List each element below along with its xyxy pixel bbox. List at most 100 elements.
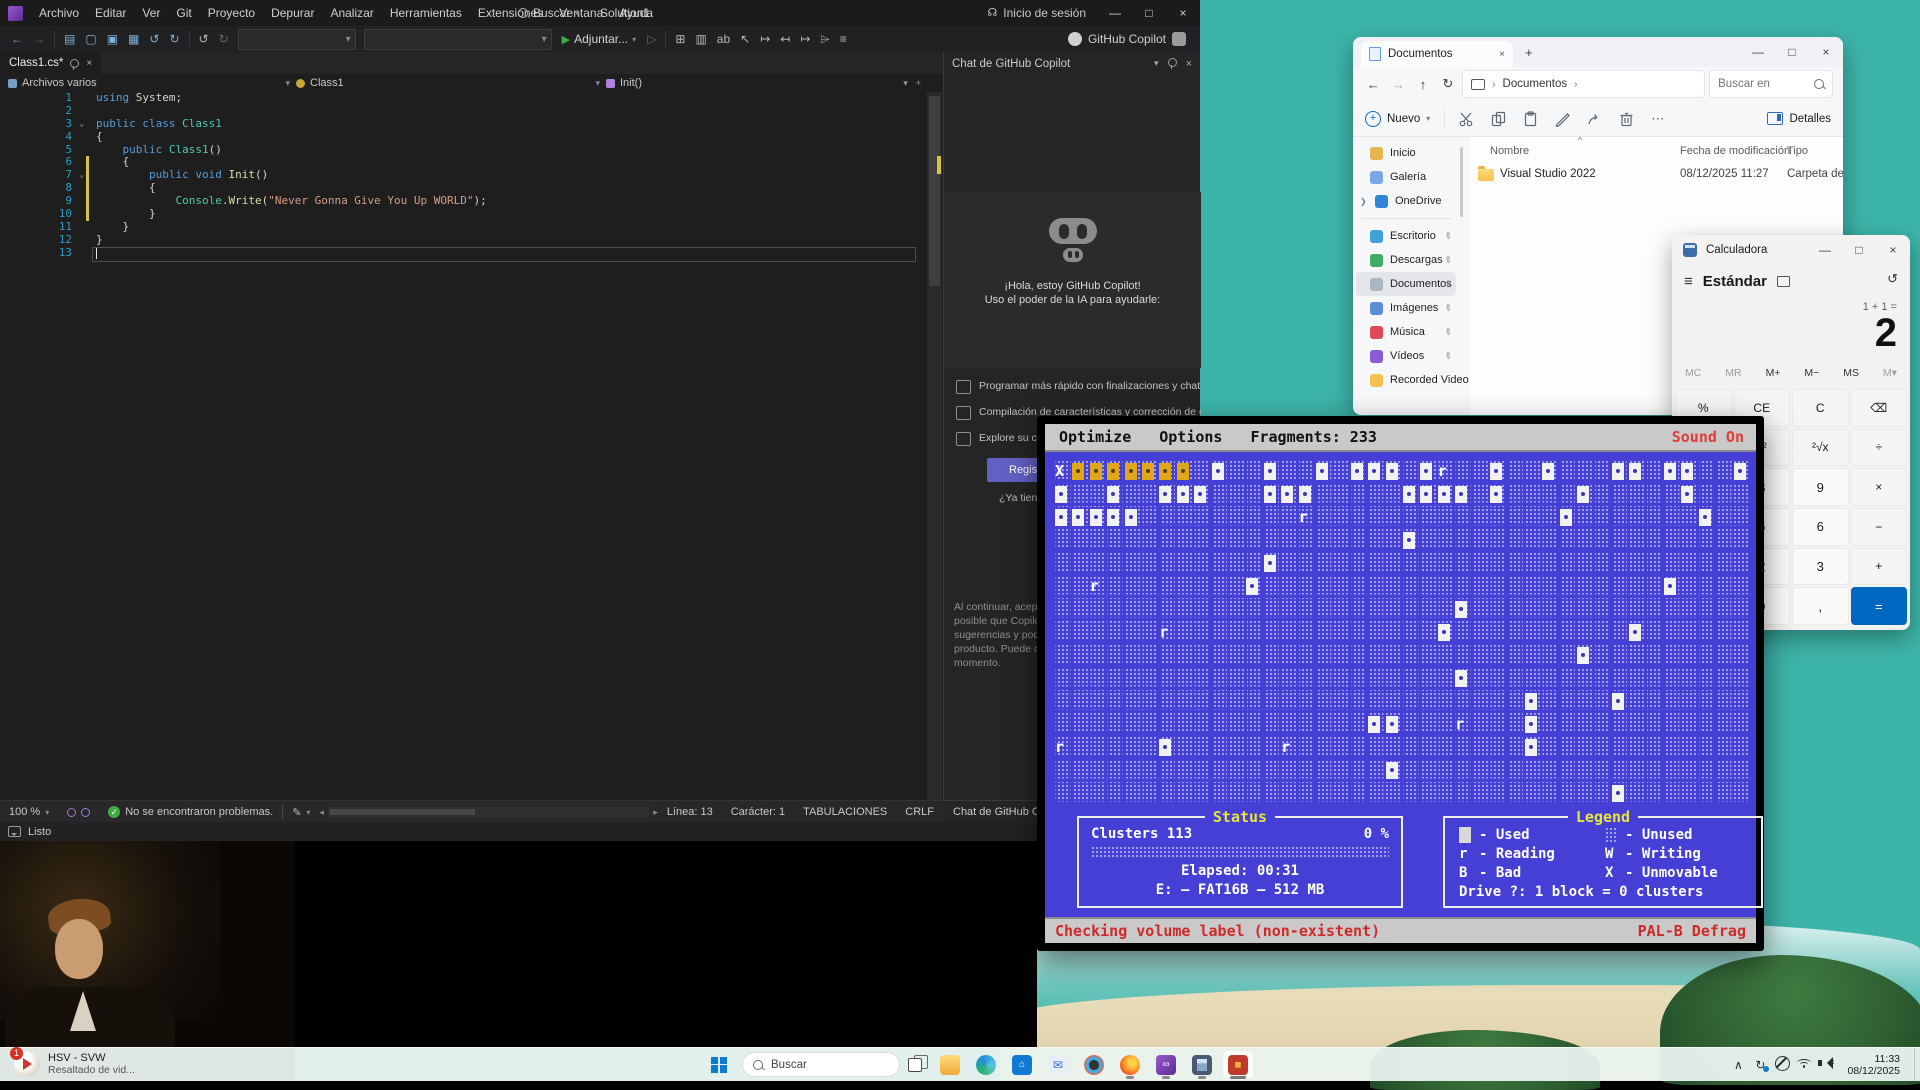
memory-mc-button[interactable]: MC [1685,367,1701,385]
attach-button[interactable]: ▶Adjuntar...▾ [556,32,643,46]
calc-key-plus[interactable]: + [1851,548,1908,586]
minimize-button[interactable]: — [1741,37,1775,67]
toolbar-back-icon[interactable]: ← [6,27,28,52]
refresh-icon[interactable]: ↻ [1437,76,1458,92]
toolbar-redo-icon[interactable]: ↻ [164,27,184,52]
calc-key-multiply[interactable]: × [1851,468,1908,506]
pin-icon[interactable] [70,59,79,68]
sidebar-item-documentos[interactable]: Documentos✎ [1356,272,1456,296]
memory-m-button[interactable]: M+ [1766,367,1781,385]
scrollbar-thumb[interactable] [929,96,940,286]
video-player-region[interactable] [0,841,295,1080]
sidebar-item-descargas[interactable]: Descargas✎ [1356,248,1456,272]
status-line-number[interactable]: Línea: 13 [658,806,722,818]
maximize-button[interactable]: □ [1775,37,1809,67]
memory-m-button[interactable]: M− [1804,367,1819,385]
rename-icon[interactable] [1555,111,1571,127]
back-icon[interactable]: ← [1363,77,1384,92]
details-view-button[interactable]: Detalles [1767,112,1831,125]
calc-key-equals[interactable]: = [1851,587,1908,625]
feedback-icon[interactable] [8,826,21,837]
toolbar-redo-icon[interactable]: ↻ [214,27,234,52]
toolbar-open-folder-icon[interactable]: ▢ [80,27,101,52]
column-header-nombre[interactable]: Nombre [1490,145,1529,157]
file-row-visual-studio-2022[interactable]: Visual Studio 2022 08/12/2025 11:27 Carp… [1470,165,1843,187]
taskbar-app-edge[interactable] [970,1050,1002,1079]
toolbar-save-icon[interactable]: ▣ [102,27,123,52]
breadcrumb-scope[interactable]: Archivos varios ▾ [0,77,296,89]
toolbar-indent-in-icon[interactable]: ↦ [795,27,815,52]
toolbar-forward-icon[interactable]: → [28,27,50,52]
sidebar-item-onedrive[interactable]: ❯OneDrive [1356,189,1456,213]
hamburger-menu-icon[interactable]: ≡ [1684,273,1693,290]
calc-key-minus[interactable]: − [1851,508,1908,546]
close-button[interactable]: × [1876,235,1910,265]
new-tab-button[interactable]: + [1525,45,1533,60]
forward-icon[interactable]: → [1388,77,1409,92]
close-tab-icon[interactable]: × [86,58,92,69]
toolbar-code-nav-icon[interactable]: ↦ [755,27,775,52]
chevron-right-icon[interactable]: ❯ [1360,197,1368,206]
column-header-tipo[interactable]: Tipo [1787,145,1808,157]
menu-item-proyecto[interactable]: Proyecto [200,0,263,26]
fold-chevron-icon[interactable]: ⌄ [79,118,84,131]
sidebar-item-recorded-video[interactable]: Recorded Video [1356,368,1456,392]
chevron-down-icon[interactable]: ▾ [1154,58,1159,70]
defrag-sound-toggle[interactable]: Sound On [1672,428,1744,446]
close-icon[interactable]: × [1186,58,1192,70]
task-view-button[interactable] [908,1055,926,1073]
wifi-icon[interactable] [1793,1058,1815,1072]
sidebar-item-mu-sica[interactable]: Música✎ [1356,320,1456,344]
calc-key-x[interactable]: ²√x [1792,429,1849,467]
configuration-combo[interactable]: ▾ [364,29,552,50]
status-line-ending[interactable]: CRLF [896,806,943,818]
column-header-fecha[interactable]: Fecha de modificación [1680,145,1790,157]
toolbar-run-nodbg-icon[interactable]: ▷ [642,27,661,52]
taskbar-app-defrag[interactable]: ▦ [1222,1050,1254,1079]
status-tabs-mode[interactable]: TABULACIONES [794,806,896,818]
menu-item-archivo[interactable]: Archivo [31,0,87,26]
defrag-menu-options[interactable]: Options [1145,428,1236,446]
more-icon[interactable]: ⋯ [1651,111,1664,127]
editor-vertical-scrollbar[interactable] [927,92,942,800]
toolbar-solution-explorer-icon[interactable]: ⊞ [670,27,690,52]
menu-item-git[interactable]: Git [168,0,199,26]
up-icon[interactable]: ↑ [1413,77,1434,92]
taskbar-app-calculator[interactable] [1186,1050,1218,1079]
status-char-number[interactable]: Carácter: 1 [722,806,794,818]
health-glasses-icon[interactable] [58,808,99,817]
fold-chevron-icon[interactable]: ⌄ [79,169,84,182]
editor-horizontal-scrollbar[interactable] [328,807,649,817]
debug-target-combo[interactable]: ▾ [238,29,356,50]
toolbar-window-layout-icon[interactable]: ▥ [690,27,711,52]
taskbar-app-mail[interactable]: ✉ [1042,1050,1074,1079]
code-cleanup-button[interactable]: ✎▾ [283,806,319,819]
copilot-badge[interactable]: GitHub Copilot [1068,32,1186,46]
taskbar-app-firefox[interactable] [1114,1050,1146,1079]
toolbar-indent-out-icon[interactable]: ↤ [775,27,795,52]
vs-signin-button[interactable]: ☊ Inicio de sesión [988,0,1087,26]
taskbar-app-store[interactable]: ⌂ [1006,1050,1038,1079]
taskbar-app-file-explorer[interactable] [934,1050,966,1079]
menu-item-analizar[interactable]: Analizar [322,0,381,26]
menu-item-ver[interactable]: Ver [134,0,168,26]
menu-item-depurar[interactable]: Depurar [263,0,322,26]
copy-icon[interactable] [1491,111,1507,127]
taskbar-app-visual-studio[interactable]: ∞ [1150,1050,1182,1079]
sidebar-scrollbar[interactable] [1460,147,1463,217]
cut-icon[interactable] [1459,111,1475,127]
menu-item-herramientas[interactable]: Herramientas [382,0,470,26]
pin-icon[interactable] [1168,58,1177,67]
taskbar-notification[interactable]: 1 HSV - SVW Resaltado de vid... [14,1051,135,1077]
share-icon[interactable] [1587,111,1603,127]
calc-key-[interactable]: ⌫ [1851,389,1908,427]
taskbar-clock[interactable]: 11:33 08/12/2025 [1847,1053,1900,1077]
sidebar-item-escritorio[interactable]: Escritorio✎ [1356,224,1456,248]
maximize-button[interactable]: □ [1842,235,1876,265]
privacy-eye-icon[interactable] [1771,1056,1793,1074]
toolbar-bookmark-icon[interactable]: ⌲ [815,27,834,52]
defrag-menu-optimize[interactable]: Optimize [1045,428,1145,446]
breadcrumb-documentos[interactable]: Documentos [1503,78,1568,90]
breadcrumb-member[interactable]: Init() [606,77,642,89]
vs-search-box[interactable]: Buscar ▾ [512,3,585,23]
